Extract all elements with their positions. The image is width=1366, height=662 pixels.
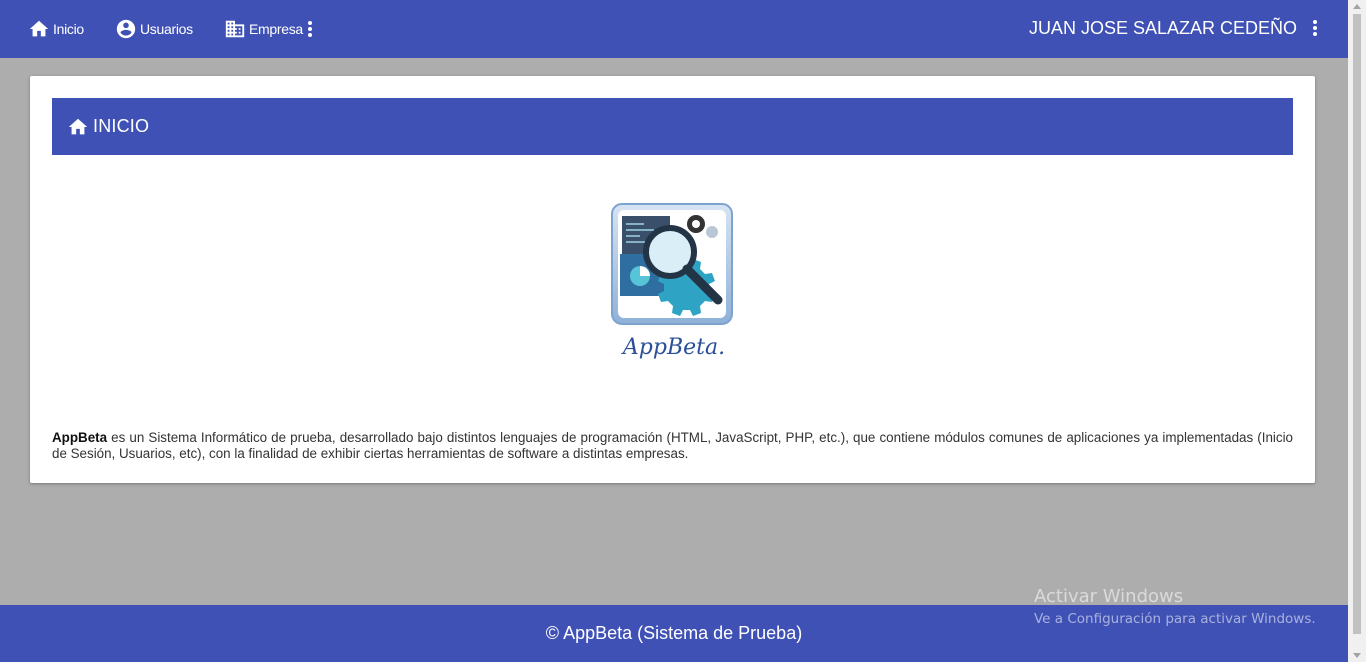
watermark-title: Activar Windows	[1034, 586, 1184, 607]
scroll-up-arrow-icon[interactable]	[1353, 4, 1361, 9]
company-menu-kebab-icon[interactable]	[307, 21, 313, 39]
logo-text: AppBeta.	[621, 335, 725, 360]
nav-users[interactable]: Usuarios	[115, 17, 193, 41]
watermark-subtitle: Ve a Configuración para activar Windows.	[1034, 611, 1316, 627]
user-name[interactable]: JUAN JOSE SALAZAR CEDEÑO	[1029, 18, 1297, 39]
description-text: AppBeta es un Sistema Informático de pru…	[52, 430, 1293, 462]
card-title: INICIO	[93, 116, 150, 136]
vertical-scrollbar[interactable]	[1348, 0, 1366, 662]
account-circle-icon	[116, 19, 136, 39]
nav-home-label: Inicio	[53, 21, 84, 37]
scroll-down-arrow-icon[interactable]	[1353, 653, 1361, 658]
user-menu-kebab-icon[interactable]	[1312, 20, 1318, 38]
home-icon	[29, 20, 49, 37]
appbeta-logo: AppBeta.	[611, 203, 733, 360]
business-icon	[225, 20, 245, 38]
nav-company[interactable]: Empresa	[224, 17, 303, 41]
card-header: INICIO	[52, 98, 1293, 155]
scrollbar-thumb[interactable]	[1353, 14, 1361, 634]
footer-text: © AppBeta (Sistema de Prueba)	[545, 623, 803, 643]
nav-company-label: Empresa	[249, 21, 303, 37]
nav-home[interactable]: Inicio	[28, 17, 84, 41]
windows-activation-watermark: Activar Windows Ve a Configuración para …	[1034, 586, 1316, 627]
description-body: es un Sistema Informático de prueba, des…	[52, 430, 1293, 461]
nav-users-label: Usuarios	[140, 21, 193, 37]
top-navbar: Inicio Usuarios Empresa JUAN JOSE SALAZA…	[0, 0, 1348, 58]
home-icon	[68, 118, 88, 134]
home-card: INICIO AppBeta. AppBeta es un Sistema In…	[30, 76, 1315, 483]
description-app-name: AppBeta	[52, 430, 108, 445]
